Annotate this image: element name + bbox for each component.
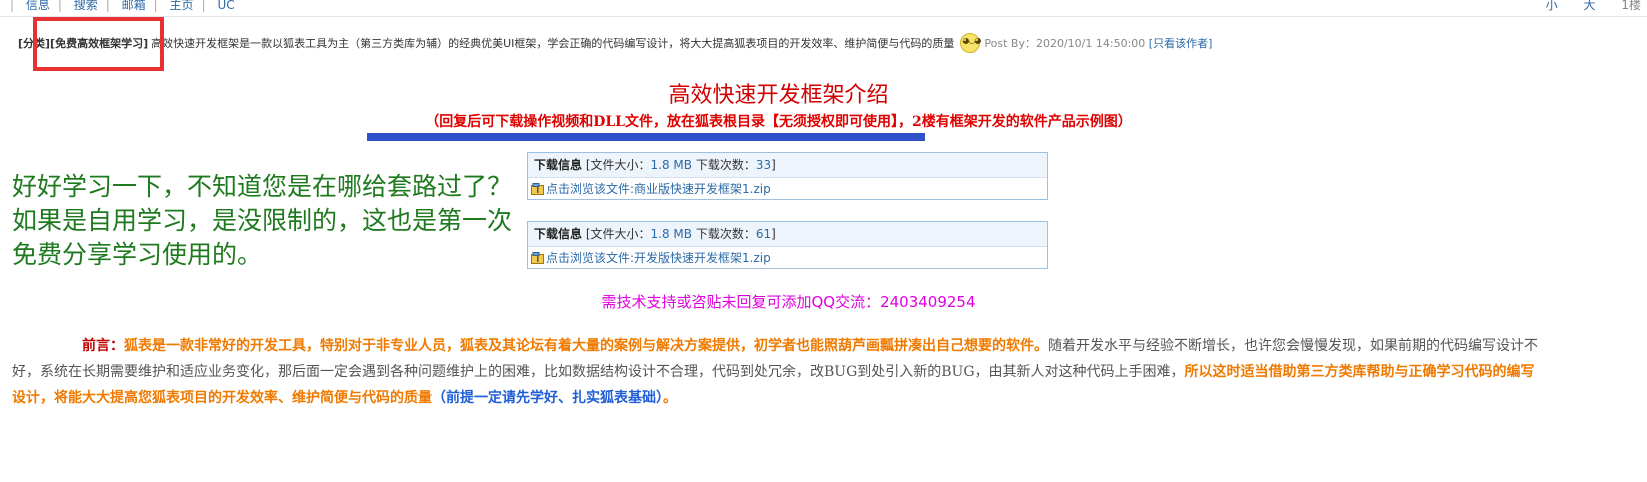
download-info-header: 下载信息 [文件大小：1.8 MB 下载次数：61] — [528, 222, 1047, 247]
file-size: 1.8 MB — [650, 158, 693, 172]
download-file-link[interactable]: 点击浏览该文件:商业版快速开发框架1.zip — [546, 182, 771, 196]
download-file-link[interactable]: 点击浏览该文件:开发版快速开发框架1.zip — [546, 251, 771, 265]
content-heading: 高效快速开发框架介绍 — [668, 83, 889, 108]
file-size: 1.8 MB — [650, 227, 693, 241]
download-row: 点击浏览该文件:商业版快速开发框架1.zip — [528, 178, 1047, 200]
download-label: 下载信息 — [534, 158, 583, 172]
highlight-box — [33, 17, 164, 71]
info-suffix: ] — [771, 158, 776, 172]
download-row: 点击浏览该文件:开发版快速开发框架1.zip — [528, 247, 1047, 269]
font-size-controls: 小 大 1楼 — [1524, 0, 1641, 13]
annotation-note: 好好学习一下，不知道您是在哪给套路过了？如果是自用学习，是没限制的，这也是第一次… — [12, 172, 513, 269]
download-count: 33 — [755, 158, 772, 172]
nav-home-link[interactable]: 主页 — [170, 0, 194, 12]
nav-search-link[interactable]: 搜索 — [74, 0, 98, 12]
file-size-prefix: [文件大小： — [585, 227, 651, 241]
nav-info-link[interactable]: 信息 — [26, 0, 50, 12]
post-timestamp: Post By：2020/10/1 14:50:00 — [984, 37, 1146, 50]
post-title: 高效快速开发框架是一款以狐表工具为主（第三方类库为辅）的经典优美UI框架，学会正… — [151, 37, 955, 50]
download-label: 下载信息 — [534, 227, 583, 241]
nav-uc-link[interactable]: UC — [217, 0, 234, 12]
post-header: [分类][免费高效框架学习] 高效快速开发框架是一款以狐表工具为主（第三方类库为辅… — [18, 33, 1213, 54]
smiley-icon — [960, 33, 981, 53]
font-small-button[interactable]: 小 — [1546, 0, 1558, 12]
underline-mark — [367, 133, 925, 141]
download-box-2: 下载信息 [文件大小：1.8 MB 下载次数：61] 点击浏览该文件:开发版快速… — [527, 221, 1048, 269]
file-size-prefix: [文件大小： — [585, 158, 651, 172]
download-count-prefix: 下载次数： — [695, 227, 756, 241]
floor-number: 1楼 — [1621, 0, 1641, 12]
preface-end: 。 — [663, 390, 677, 406]
download-box-1: 下载信息 [文件大小：1.8 MB 下载次数：33] 点击浏览该文件:商业版快速… — [527, 152, 1048, 200]
download-count-prefix: 下载次数： — [695, 158, 756, 172]
nav-mail-link[interactable]: 邮箱 — [122, 0, 146, 12]
download-count: 61 — [755, 227, 772, 241]
info-suffix: ] — [771, 227, 776, 241]
preface-note: （前提一定请先学好、扎实狐表基础） — [432, 390, 663, 406]
preface-lead: 前言： — [82, 338, 124, 354]
preface-paragraph: 前言：狐表是一款非常好的开发工具，特别对于非专业人员，狐表及其论坛有着大量的案例… — [12, 333, 1542, 411]
top-nav-bar: | 信息 | 搜索 | 邮箱 | 主页 | UC 小 大 1楼 — [0, 0, 1647, 14]
zip-file-icon — [531, 251, 544, 264]
download-info-header: 下载信息 [文件大小：1.8 MB 下载次数：33] — [528, 153, 1047, 178]
support-contact: 需技术支持或咨贴未回复可添加QQ交流：2403409254 — [601, 293, 976, 311]
author-only-link[interactable]: [只看该作者] — [1149, 37, 1213, 50]
top-nav: | 信息 | 搜索 | 邮箱 | 主页 | UC — [10, 0, 235, 12]
preface-highlight-1: 狐表是一款非常好的开发工具，特别对于非专业人员，狐表及其论坛有着大量的案例与解决… — [124, 338, 1048, 354]
top-divider — [0, 16, 1647, 17]
content-subheading: （回复后可下载操作视频和DLL文件，放在狐表根目录【无须授权即可使用】，2楼有框… — [425, 114, 1132, 130]
font-large-button[interactable]: 大 — [1584, 0, 1596, 12]
zip-file-icon — [531, 182, 544, 195]
